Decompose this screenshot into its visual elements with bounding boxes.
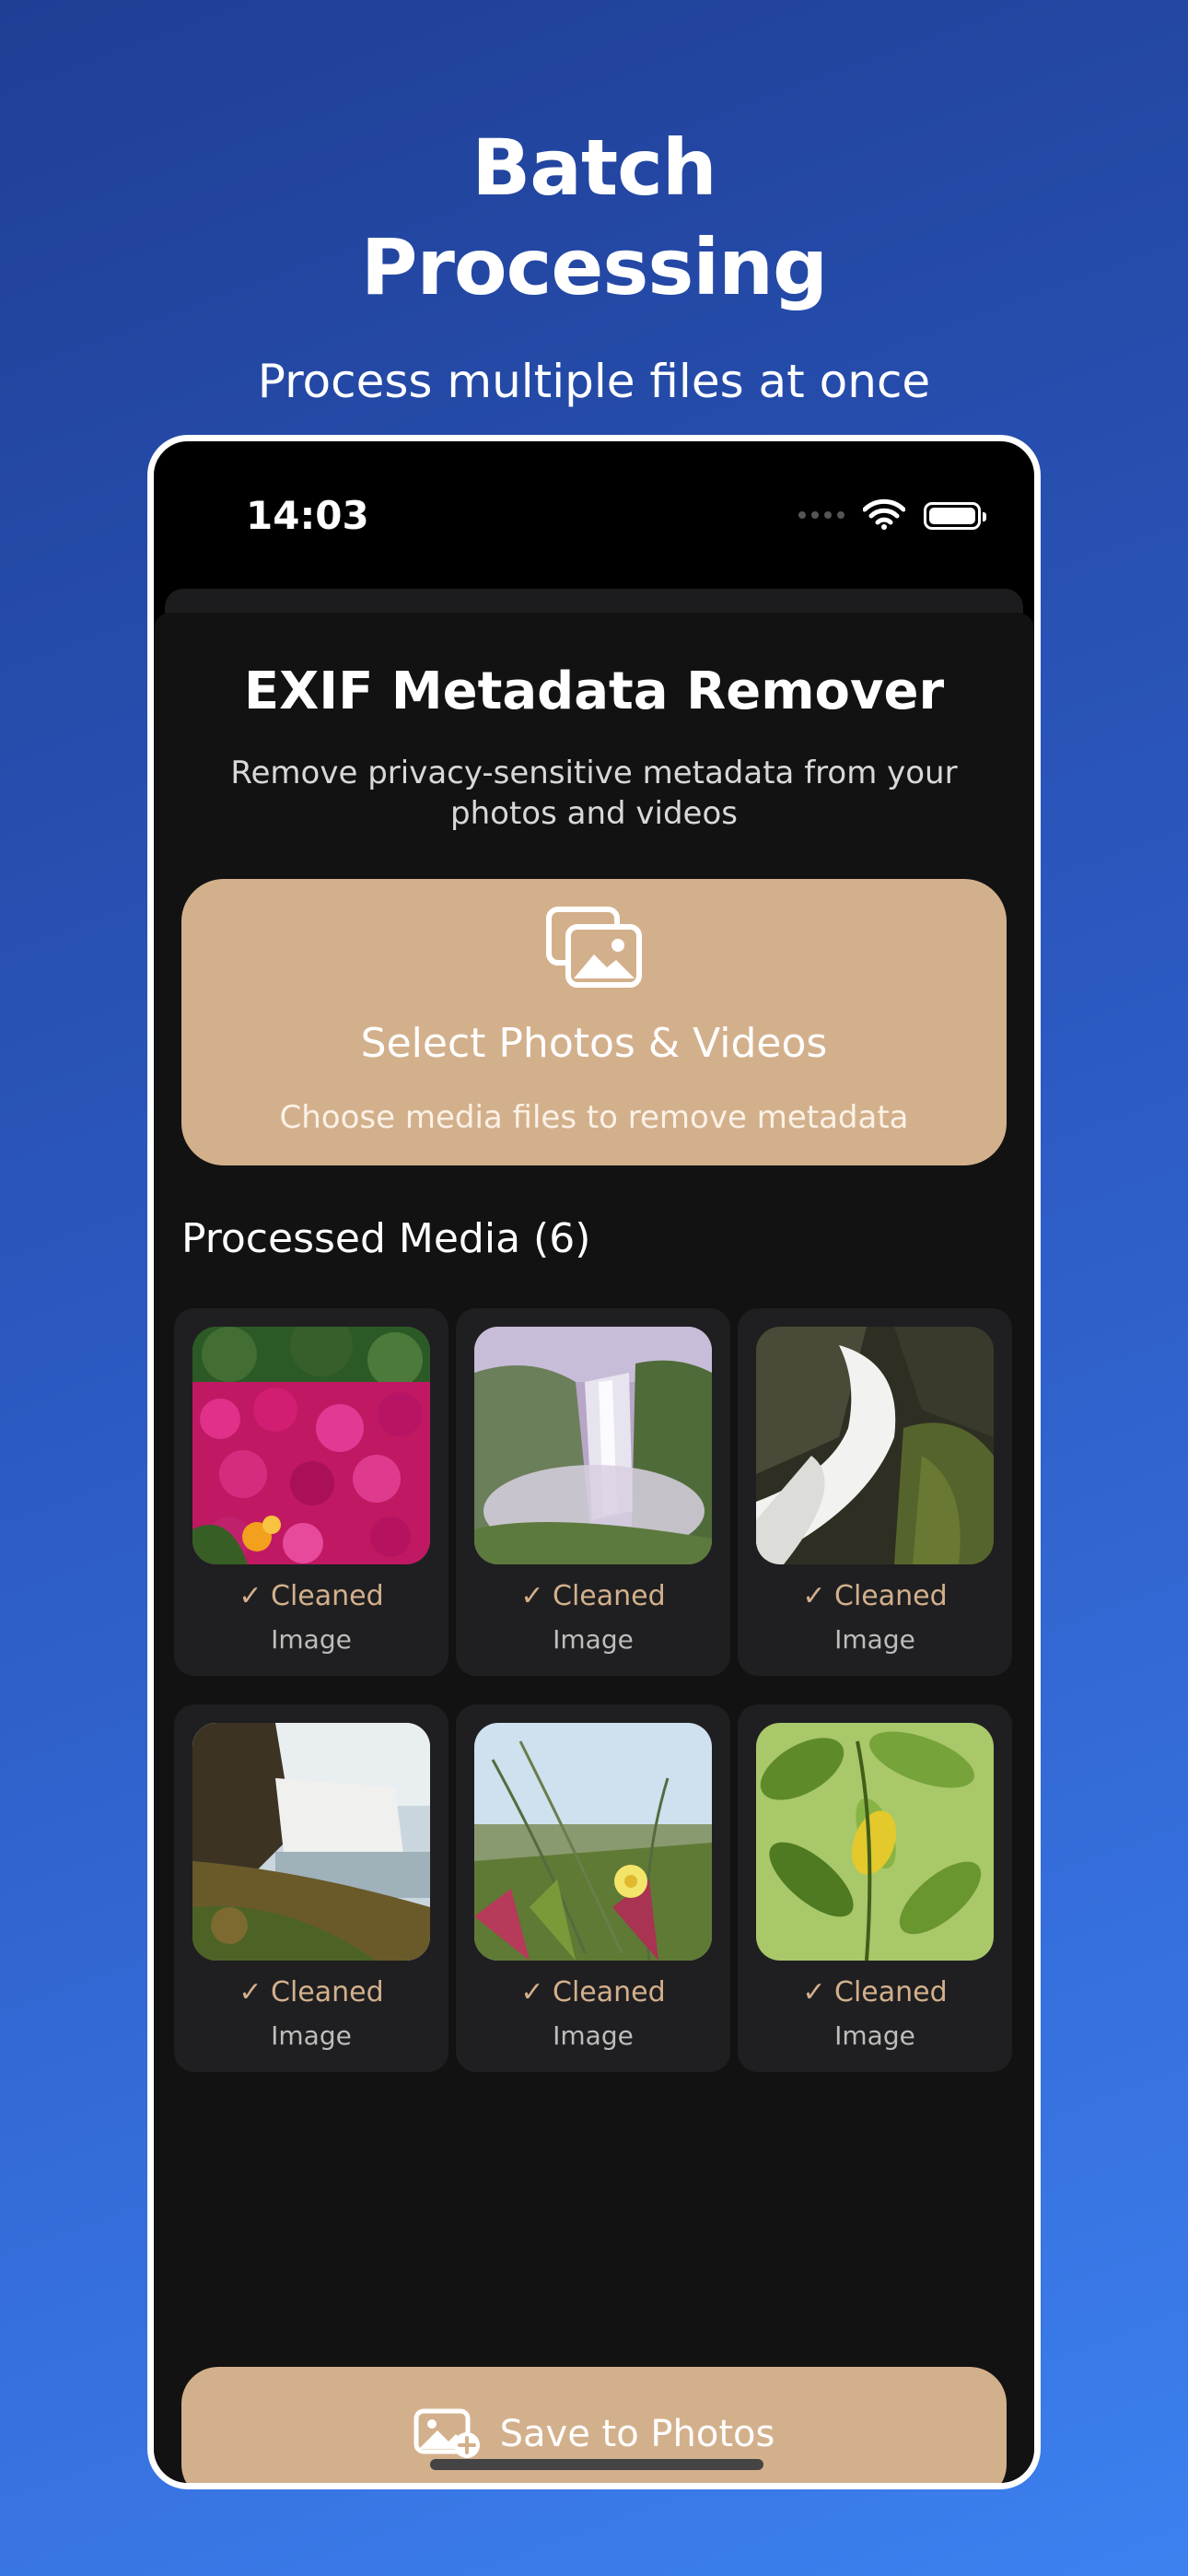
media-thumbnail	[192, 1723, 430, 1961]
media-card[interactable]: ✓ Cleaned Image	[738, 1308, 1012, 1676]
select-media-sublabel: Choose media files to remove metadata	[279, 1099, 909, 1136]
app-sheet: EXIF Metadata Remover Remove privacy-sen…	[154, 613, 1034, 2483]
media-card[interactable]: ✓ Cleaned Image	[456, 1704, 730, 2072]
media-status: ✓ Cleaned	[520, 1976, 666, 2008]
select-media-button[interactable]: Select Photos & Videos Choose media file…	[181, 879, 1007, 1165]
app-title: EXIF Metadata Remover	[243, 662, 945, 721]
media-card[interactable]: ✓ Cleaned Image	[456, 1308, 730, 1676]
promo-title-line-1: Batch	[472, 123, 716, 213]
media-card[interactable]: ✓ Cleaned Image	[174, 1704, 448, 2072]
promo-subtitle: Process multiple files at once	[257, 355, 931, 408]
promo-title: Batch Processing	[0, 118, 1188, 317]
wifi-icon	[863, 498, 905, 530]
media-status: ✓ Cleaned	[802, 1580, 948, 1612]
media-thumbnail	[474, 1723, 712, 1961]
media-status: ✓ Cleaned	[239, 1580, 384, 1612]
phone-frame: 14:03 EXIF Metadata Remover Remove priva…	[147, 435, 1041, 2489]
photo-add-icon	[413, 2408, 480, 2458]
processed-media-title: Processed Media (6)	[181, 1215, 591, 1262]
media-thumbnail	[192, 1327, 430, 1564]
promo-title-line-2: Processing	[360, 222, 828, 312]
media-card[interactable]: ✓ Cleaned Image	[174, 1308, 448, 1676]
save-to-photos-label: Save to Photos	[499, 2413, 775, 2455]
battery-icon	[924, 502, 986, 530]
save-to-photos-button[interactable]: Save to Photos	[181, 2367, 1007, 2483]
app-description: Remove privacy-sensitive metadata from y…	[230, 755, 958, 832]
media-card[interactable]: ✓ Cleaned Image	[738, 1704, 1012, 2072]
media-thumbnail	[756, 1723, 994, 1961]
media-type: Image	[271, 1624, 352, 1655]
home-indicator[interactable]	[430, 2459, 763, 2470]
media-type: Image	[553, 2020, 634, 2051]
media-thumbnail	[474, 1327, 712, 1564]
media-status: ✓ Cleaned	[520, 1580, 666, 1612]
select-media-label: Select Photos & Videos	[360, 1020, 828, 1067]
media-status: ✓ Cleaned	[802, 1976, 948, 2008]
cellular-dots-icon	[798, 511, 844, 519]
media-type: Image	[834, 1624, 915, 1655]
media-type: Image	[553, 1624, 634, 1655]
media-thumbnail	[756, 1327, 994, 1564]
photo-stack-icon	[546, 907, 642, 988]
media-status: ✓ Cleaned	[239, 1976, 384, 2008]
status-time: 14:03	[246, 493, 369, 538]
media-type: Image	[271, 2020, 352, 2051]
media-type: Image	[834, 2020, 915, 2051]
